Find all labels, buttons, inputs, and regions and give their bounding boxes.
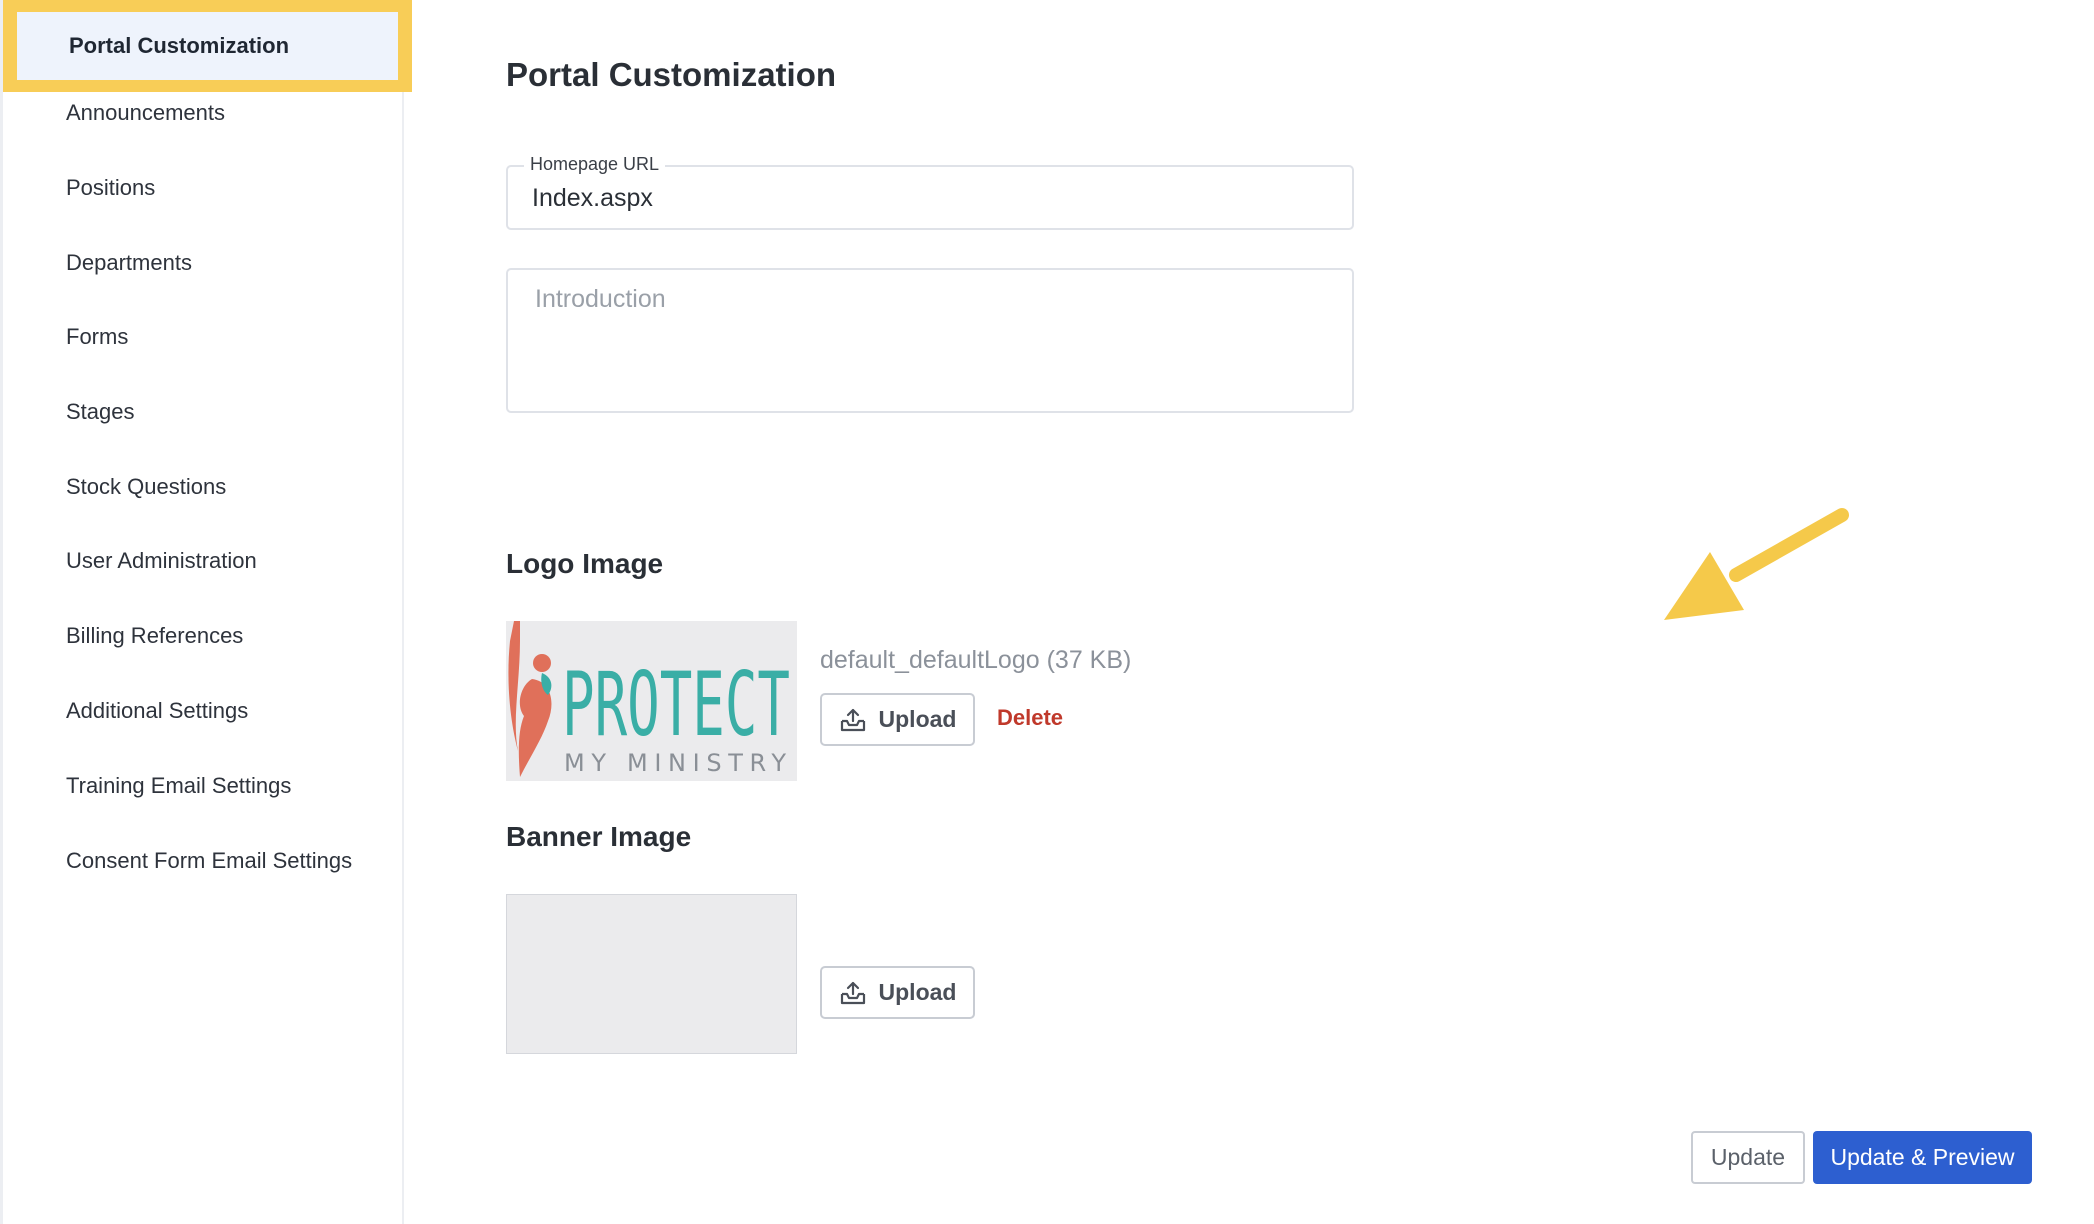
update-and-preview-button[interactable]: Update & Preview (1813, 1131, 2032, 1184)
sidebar-item-announcements[interactable]: Announcements (3, 75, 405, 150)
banner-upload-button[interactable]: Upload (820, 966, 975, 1019)
sidebar: Portal Customization Announcements Posit… (0, 0, 412, 1224)
logo-wordmark: PROTECT (562, 653, 790, 756)
banner-thumbnail (506, 894, 797, 1054)
homepage-url-label: Homepage URL (524, 154, 666, 175)
update-button[interactable]: Update (1691, 1131, 1805, 1184)
logo-thumbnail: PROTECT MY MINISTRY (506, 621, 797, 781)
logo-subtext: MY MINISTRY (564, 749, 786, 777)
sidebar-item-consent-form-email-settings[interactable]: Consent Form Email Settings (3, 823, 405, 898)
sidebar-item-departments[interactable]: Departments (3, 225, 405, 300)
page-title: Portal Customization (506, 56, 837, 93)
upload-icon (840, 981, 865, 1004)
sidebar-item-additional-settings[interactable]: Additional Settings (3, 673, 405, 748)
homepage-url-value[interactable]: Index.aspx (532, 184, 653, 213)
sidebar-item-forms[interactable]: Forms (3, 299, 405, 374)
introduction-placeholder: Introduction (535, 285, 666, 313)
logo-file-name: default_defaultLogo (37 KB) (820, 646, 1132, 674)
logo-delete-button[interactable]: Delete (997, 705, 1063, 731)
main-content: Portal Customization Homepage URL Index.… (506, 0, 2094, 1224)
sidebar-item-label: Portal Customization (17, 12, 398, 80)
sidebar-item-training-email-settings[interactable]: Training Email Settings (3, 748, 405, 823)
sidebar-item-positions[interactable]: Positions (3, 150, 405, 225)
banner-image-heading: Banner Image (506, 821, 692, 852)
introduction-textarea[interactable]: Introduction (506, 268, 1354, 413)
upload-icon (840, 708, 865, 731)
sidebar-item-user-administration[interactable]: User Administration (3, 523, 405, 598)
annotation-arrow-icon (1664, 508, 1849, 620)
sidebar-item-stock-questions[interactable]: Stock Questions (3, 449, 405, 524)
sidebar-item-billing-references[interactable]: Billing References (3, 598, 405, 673)
protect-my-ministry-logo: PROTECT MY MINISTRY (506, 621, 797, 781)
banner-upload-label: Upload (878, 979, 957, 1005)
sidebar-item-stages[interactable]: Stages (3, 374, 405, 449)
homepage-url-field[interactable]: Homepage URL Index.aspx (506, 154, 1354, 230)
logo-upload-button[interactable]: Upload (820, 693, 975, 746)
logo-image-heading: Logo Image (506, 548, 664, 579)
logo-upload-label: Upload (878, 706, 957, 732)
